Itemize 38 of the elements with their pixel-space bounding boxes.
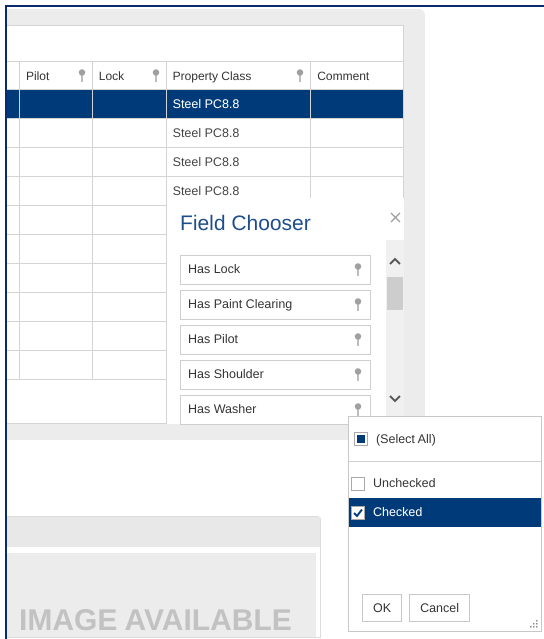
table-cell-text: Steel PC8.8 [172,182,240,200]
filter-option[interactable]: Checked [349,498,541,527]
pin-icon[interactable] [78,69,86,82]
field-item[interactable]: Has Paint Clearing [180,290,371,320]
pin-icon[interactable] [354,263,362,276]
resize-grip-icon[interactable] [530,620,538,628]
pin-icon[interactable] [354,298,362,311]
column-header[interactable]: Property Class [166,62,312,89]
scroll-up-icon[interactable] [389,257,401,265]
pin-icon[interactable] [354,333,362,346]
field-item[interactable]: Has Shoulder [180,360,371,390]
field-item[interactable]: Has Pilot [180,324,371,354]
field-item[interactable]: Has Lock [180,254,371,284]
pin-icon[interactable] [296,69,304,82]
filter-option[interactable]: Unchecked [349,469,541,498]
table-cell-text: Steel PC8.8 [172,124,240,142]
dialog-button[interactable]: Cancel [409,594,470,622]
filter-option[interactable]: (Select All) [349,417,541,462]
pin-icon[interactable] [152,69,160,82]
table-cell-text: Steel PC8.8 [172,96,240,113]
table-row[interactable]: Steel PC8.8 [7,148,403,177]
pin-icon[interactable] [354,368,362,381]
checkbox[interactable] [351,476,365,490]
table-cell-text: Steel PC8.8 [172,154,240,171]
pin-icon[interactable] [354,403,362,416]
table-row[interactable]: Steel PC8.8 [7,90,403,119]
dialog-button[interactable]: OK [362,594,402,622]
field-item[interactable]: Has Washer [180,394,371,424]
column-header[interactable]: Lock [92,62,167,89]
scrollbar-thumb[interactable] [387,277,403,310]
panel-title: Field Chooser [180,211,312,237]
table-row[interactable]: Steel PC8.8 [7,119,403,148]
checkbox[interactable] [351,506,365,520]
checkbox[interactable] [354,432,368,446]
column-header[interactable]: Comment [311,62,404,89]
scroll-down-icon[interactable] [389,395,401,403]
column-header[interactable]: Pilot [20,62,93,89]
close-icon[interactable] [390,212,400,223]
